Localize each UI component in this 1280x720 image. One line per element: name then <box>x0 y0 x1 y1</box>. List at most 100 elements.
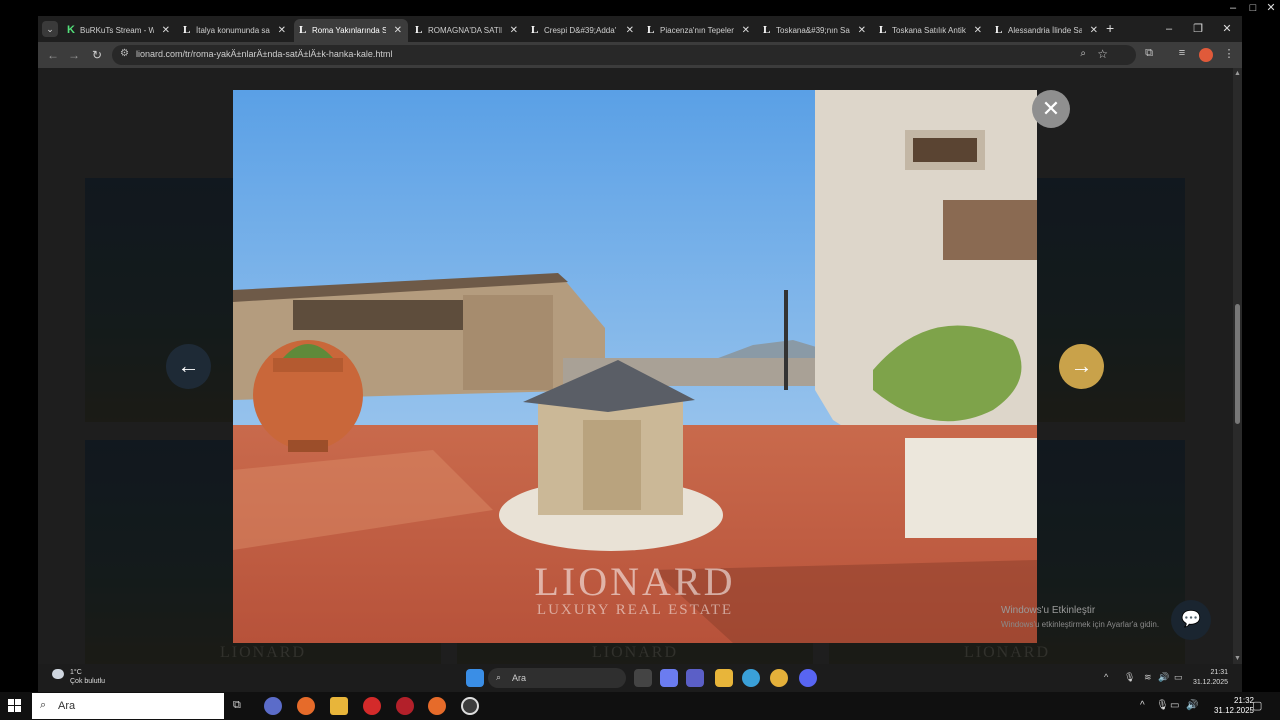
windows-start-button[interactable] <box>8 699 22 713</box>
tab-roma-yakinlarinda[interactable]: L Roma Yakınlarında Sa ✕ <box>294 19 408 42</box>
lionard-favicon-icon: L <box>415 24 423 36</box>
bookmark-star-icon[interactable]: ☆ <box>1097 47 1108 61</box>
wifi-icon[interactable]: ≋ <box>1144 672 1152 683</box>
media-control-icon[interactable]: ≡ <box>1174 47 1190 59</box>
chrome-icon[interactable] <box>770 669 788 687</box>
lightbox-close-button[interactable]: ✕ <box>1032 90 1070 128</box>
discord-icon[interactable] <box>799 669 817 687</box>
notifications-icon[interactable]: ▢ <box>1252 699 1262 712</box>
cloud-icon <box>52 669 64 679</box>
new-tab-button[interactable]: + <box>1106 20 1114 36</box>
browser-toolbar: ← → ↻ ⚙ lionard.com/tr/roma-yakÄ±nlarÄ±n… <box>38 42 1242 68</box>
tab-close-icon[interactable]: ✕ <box>626 19 634 42</box>
remote-taskbar-search[interactable]: ⌕ Ara <box>488 668 626 688</box>
extensions-icon[interactable]: ⧉ <box>1141 47 1157 60</box>
remote-clock[interactable]: 21:31 31.12.2025 <box>1193 668 1228 688</box>
tab-close-icon[interactable]: ✕ <box>742 19 750 42</box>
activation-subtitle: Windows'u etkinleştirmek için Ayarlar'a … <box>1001 620 1160 629</box>
tab-romagna[interactable]: L ROMAGNA'DA SATIL ✕ <box>410 19 524 42</box>
search-icon: ⌕ <box>40 699 47 711</box>
network-icon[interactable]: ▭ <box>1170 700 1179 711</box>
previous-photo-button[interactable]: ← <box>166 344 211 389</box>
task-view-icon[interactable]: ⧉ <box>233 699 241 712</box>
close-window-button[interactable]: ✕ <box>1212 18 1242 40</box>
host-close-button[interactable]: ✕ <box>1260 0 1280 16</box>
opera-icon[interactable] <box>363 697 381 715</box>
battery-icon[interactable]: ▭ <box>1174 672 1183 683</box>
remote-time: 21:31 <box>1210 669 1228 676</box>
profile-avatar[interactable] <box>1199 48 1213 62</box>
lionard-favicon-icon: L <box>183 24 191 36</box>
tab-italya-konumunda[interactable]: L İtalya konumunda sa ✕ <box>178 19 292 42</box>
firefox-icon[interactable] <box>428 697 446 715</box>
chat-icon[interactable]: 💬 <box>1171 600 1211 640</box>
page-scrollbar[interactable]: ▲ ▼ <box>1233 68 1242 664</box>
tab-crespi[interactable]: L Crespi D&#39;Adda' ✕ <box>526 19 640 42</box>
host-clock[interactable]: 21:32 31.12.2025 <box>1214 696 1254 716</box>
site-info-icon[interactable]: ⚙ <box>120 48 129 59</box>
restore-button[interactable]: ❐ <box>1183 18 1213 40</box>
lionard-favicon-icon: L <box>995 24 1003 36</box>
tab-piacenza[interactable]: L Piacenza'nın Tepelen ✕ <box>642 19 756 42</box>
host-taskbar-search[interactable]: ⌕ Ara <box>32 693 224 719</box>
file-explorer-icon[interactable] <box>330 697 348 715</box>
opera-gx-icon[interactable] <box>396 697 414 715</box>
host-minimize-button[interactable]: – <box>1222 0 1244 16</box>
task-view-icon[interactable] <box>634 669 652 687</box>
scrollbar-thumb[interactable] <box>1235 304 1240 424</box>
next-photo-button[interactable]: → <box>1059 344 1104 389</box>
tab-close-icon[interactable]: ✕ <box>394 19 402 42</box>
lionard-watermark: LIONARD <box>534 559 736 604</box>
tab-close-icon[interactable]: ✕ <box>278 19 286 42</box>
lionard-favicon-icon: L <box>879 24 887 36</box>
host-date: 31.12.2025 <box>1213 706 1254 715</box>
host-window-titlebar: – □ ✕ <box>0 0 1280 16</box>
tab-close-icon[interactable]: ✕ <box>162 19 170 42</box>
tab-close-icon[interactable]: ✕ <box>974 19 982 42</box>
tray-chevron-icon[interactable]: ^ <box>1140 700 1145 711</box>
chrome-app-icon[interactable] <box>461 697 479 715</box>
teams-icon[interactable] <box>686 669 704 687</box>
browser-menu-icon[interactable]: ⋮ <box>1221 47 1237 60</box>
url-text: lionard.com/tr/roma-yakÄ±nlarÄ±nda-satÄ±… <box>136 49 393 59</box>
tab-label: Roma Yakınlarında Sa <box>312 26 386 35</box>
volume-icon[interactable]: 🔊 <box>1158 672 1169 683</box>
windows-start-icon[interactable] <box>466 669 484 687</box>
microphone-icon[interactable]: 🎙 <box>1124 672 1135 683</box>
edge-icon[interactable] <box>742 669 760 687</box>
back-arrow-icon[interactable]: ← <box>44 46 62 64</box>
microphone-icon[interactable]: 🎙 <box>1156 700 1169 711</box>
tab-label: Piacenza'nın Tepelen <box>660 26 734 35</box>
firefox-icon[interactable] <box>297 697 315 715</box>
page-content: LIONARD LIONARD LIONARD LIONARD LUXURY R… <box>38 68 1242 664</box>
weather-description: Çok bulutlu <box>70 678 106 685</box>
lionard-favicon-icon: L <box>647 24 655 36</box>
host-time: 21:32 <box>1233 696 1254 705</box>
tab-close-icon[interactable]: ✕ <box>510 19 518 42</box>
kick-favicon-icon: K <box>67 24 75 36</box>
minimize-button[interactable]: – <box>1154 18 1184 40</box>
scroll-down-icon[interactable]: ▼ <box>1234 655 1241 662</box>
zoom-icon[interactable]: ⌕ <box>1080 48 1086 59</box>
file-explorer-icon[interactable] <box>715 669 733 687</box>
address-bar[interactable]: ⚙ lionard.com/tr/roma-yakÄ±nlarÄ±nda-sat… <box>112 45 1136 65</box>
tab-label: BuRKuTs Stream - W <box>80 26 154 35</box>
tab-burkuts-stream[interactable]: K BuRKuTs Stream - W ✕ <box>62 19 176 42</box>
tab-close-icon[interactable]: ✕ <box>858 19 866 42</box>
remote-desktop-app-icon[interactable] <box>264 697 282 715</box>
scroll-up-icon[interactable]: ▲ <box>1234 70 1241 77</box>
reload-icon[interactable]: ↻ <box>88 46 106 64</box>
copilot-icon[interactable] <box>660 669 678 687</box>
lionard-favicon-icon: L <box>763 24 771 36</box>
tab-search-button[interactable]: ⌄ <box>42 21 58 37</box>
tab-alessandria[interactable]: L Alessandria İlinde Sa ✕ <box>990 19 1104 42</box>
tab-strip: ⌄ K BuRKuTs Stream - W ✕ L İtalya konumu… <box>38 16 1242 42</box>
volume-icon[interactable]: 🔊 <box>1186 700 1198 711</box>
tab-toskana-1[interactable]: L Toskana&#39;nın Sa ✕ <box>758 19 872 42</box>
tab-close-icon[interactable]: ✕ <box>1090 19 1098 42</box>
tab-label: Toskana&#39;nın Sa <box>776 26 850 35</box>
remote-taskbar: 1°C Çok bulutlu ⌕ Ara ^ 🎙 ≋ 🔊 ▭ 21:31 31… <box>38 664 1242 692</box>
tab-toskana-2[interactable]: L Toskana Satılık Antik ✕ <box>874 19 988 42</box>
tray-chevron-icon[interactable]: ^ <box>1104 672 1108 682</box>
forward-arrow-icon[interactable]: → <box>65 46 83 64</box>
